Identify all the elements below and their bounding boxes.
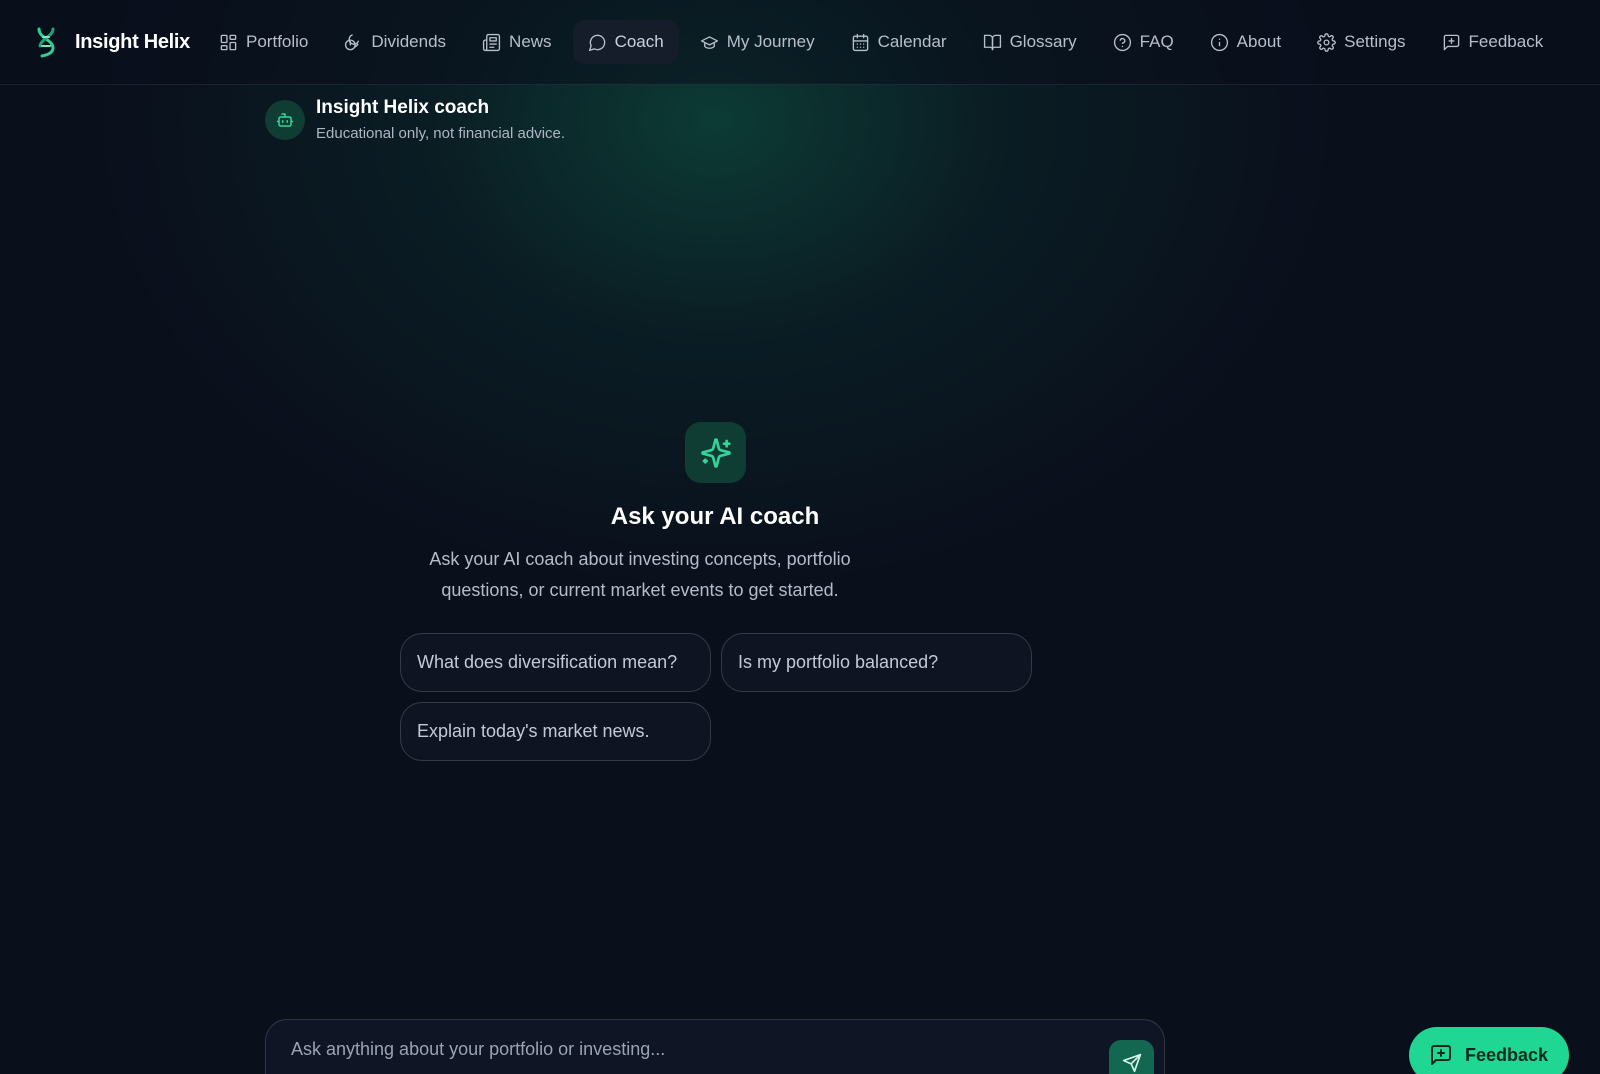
bot-icon (276, 112, 294, 127)
sparkles-badge (685, 422, 746, 483)
suggestion-chip-balanced[interactable]: Is my portfolio balanced? (721, 633, 1032, 692)
nav-item-settings[interactable]: Settings (1302, 20, 1420, 64)
main-nav: Portfolio Dividends News Coach My Journe… (204, 20, 1564, 64)
nav-item-label: My Journey (726, 32, 815, 51)
brand[interactable]: Insight Helix (33, 26, 190, 58)
feedback-fab-button[interactable]: Feedback (1409, 1027, 1569, 1074)
nav-item-label: Calendar (877, 32, 947, 51)
feedback-fab-label: Feedback (1465, 1044, 1549, 1065)
top-navbar: Insight Helix Portfolio Dividends News C… (0, 0, 1600, 85)
nav-item-faq[interactable]: FAQ (1098, 20, 1189, 64)
nav-item-feedback[interactable]: Feedback (1427, 20, 1559, 64)
chat-bubble-icon (588, 34, 605, 51)
empty-state-title: Ask your AI coach (610, 503, 820, 530)
nav-item-glossary[interactable]: Glossary (968, 20, 1092, 64)
message-plus-icon (1431, 1045, 1451, 1065)
nav-item-label: FAQ (1139, 32, 1174, 51)
suggestion-chip-diversification[interactable]: What does diversification mean? (400, 633, 711, 692)
book-open-icon (983, 34, 1001, 50)
coins-icon (345, 33, 360, 50)
help-circle-icon (1113, 33, 1131, 51)
nav-item-dividends[interactable]: Dividends (329, 20, 461, 64)
nav-item-label: Coach (614, 32, 664, 51)
sparkles-icon (700, 437, 731, 468)
nav-item-calendar[interactable]: Calendar (836, 20, 962, 64)
newspaper-icon (482, 33, 501, 51)
nav-item-label: Dividends (371, 32, 447, 51)
nav-item-my-journey[interactable]: My Journey (685, 20, 830, 64)
brand-name: Insight Helix (75, 30, 191, 53)
nav-item-about[interactable]: About (1195, 20, 1296, 64)
coach-avatar (265, 99, 305, 140)
suggestion-chip-market-news[interactable]: Explain today's market news. (400, 702, 711, 761)
coach-header: Insight Helix coach Educational only, no… (265, 97, 565, 142)
message-input[interactable] (291, 1034, 1071, 1064)
nav-item-label: Feedback (1468, 32, 1544, 51)
nav-item-news[interactable]: News (467, 20, 567, 64)
nav-item-label: About (1236, 32, 1282, 51)
coach-page: Insight Helix Portfolio Dividends News C… (0, 0, 1600, 1074)
message-plus-icon (1443, 34, 1459, 50)
send-icon (1122, 1053, 1141, 1072)
send-button[interactable] (1109, 1040, 1154, 1074)
info-icon (1210, 33, 1228, 51)
nav-item-label: News (509, 32, 552, 51)
message-composer (265, 1019, 1165, 1074)
calendar-icon (852, 33, 868, 51)
nav-item-label: Portfolio (246, 32, 309, 51)
nav-item-portfolio[interactable]: Portfolio (204, 20, 323, 64)
nav-item-label: Glossary (1009, 32, 1077, 51)
coach-disclaimer: Educational only, not financial advice. (316, 125, 566, 142)
nav-item-label: Settings (1344, 32, 1406, 51)
nav-item-coach[interactable]: Coach (572, 20, 679, 64)
graduation-cap-icon (700, 35, 718, 49)
empty-state-description: Ask your AI coach about investing concep… (429, 549, 851, 600)
coach-title: Insight Helix coach (316, 97, 490, 118)
gear-icon (1317, 32, 1336, 52)
helix-logo-icon (37, 27, 55, 58)
grid-icon (220, 34, 237, 50)
